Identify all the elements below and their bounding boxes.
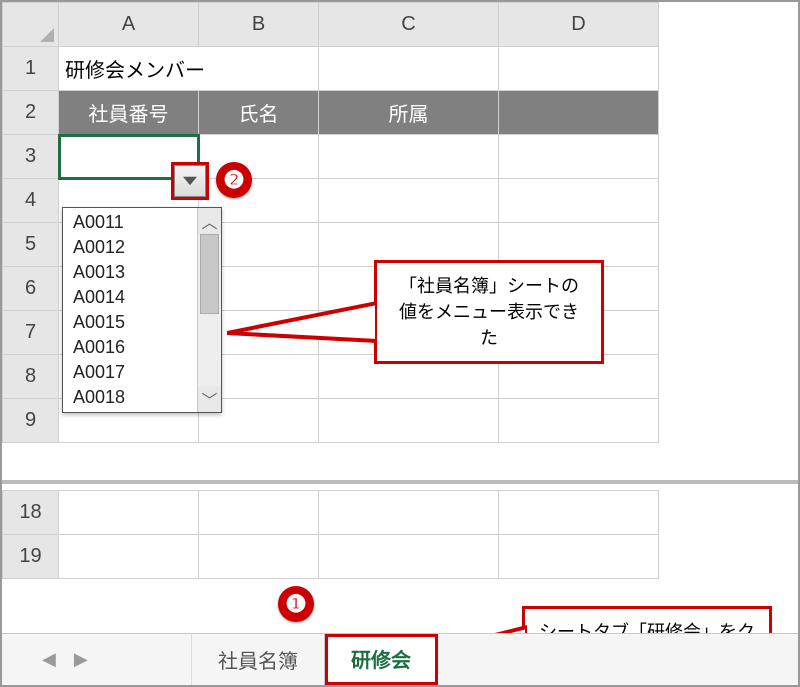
cell-C19[interactable] [319, 535, 499, 579]
row-header-4[interactable]: 4 [3, 179, 59, 223]
col-header-C[interactable]: C [319, 3, 499, 47]
row-header-6[interactable]: 6 [3, 267, 59, 311]
sheet-nav-buttons: ◀ ▶ [2, 634, 192, 685]
row-header-3[interactable]: 3 [3, 135, 59, 179]
cell-C2[interactable]: 所属 [319, 91, 499, 135]
chevron-down-icon [183, 174, 197, 188]
data-validation-dropdown-button[interactable] [174, 165, 206, 197]
annotation-marker-1: ❶ [278, 586, 314, 622]
row-header-7[interactable]: 7 [3, 311, 59, 355]
row-header-5[interactable]: 5 [3, 223, 59, 267]
sheet-nav-prev-icon[interactable]: ◀ [42, 649, 56, 670]
cell-A19[interactable] [59, 535, 199, 579]
annotation-callout-1: 「社員名簿」シートの値をメニュー表示できた [374, 260, 604, 364]
dropdown-item[interactable]: A0016 [63, 335, 197, 360]
scroll-thumb[interactable] [200, 234, 219, 314]
cell-A2[interactable]: 社員番号 [59, 91, 199, 135]
row-header-1[interactable]: 1 [3, 47, 59, 91]
select-all-corner[interactable] [3, 3, 59, 47]
col-header-A[interactable]: A [59, 3, 199, 47]
cell-D19[interactable] [499, 535, 659, 579]
data-validation-dropdown-list[interactable]: A0011 A0012 A0013 A0014 A0015 A0016 A001… [62, 207, 222, 413]
callout-tail-icon [227, 293, 377, 351]
dropdown-item[interactable]: A0012 [63, 235, 197, 260]
cell-A18[interactable] [59, 491, 199, 535]
cell-B19[interactable] [199, 535, 319, 579]
cell-D4[interactable] [499, 179, 659, 223]
cell-D3[interactable] [499, 135, 659, 179]
dropdown-item[interactable]: A0017 [63, 360, 197, 385]
cell-D2[interactable] [499, 91, 659, 135]
dropdown-items: A0011 A0012 A0013 A0014 A0015 A0016 A001… [63, 208, 197, 412]
cell-D1[interactable] [499, 47, 659, 91]
dropdown-item[interactable]: A0015 [63, 310, 197, 335]
row-header-2[interactable]: 2 [3, 91, 59, 135]
cell-C1[interactable] [319, 47, 499, 91]
dropdown-item[interactable]: A0013 [63, 260, 197, 285]
cell-A1[interactable]: 研修会メンバー [59, 47, 319, 91]
scroll-track[interactable] [198, 234, 221, 386]
dropdown-item[interactable]: A0014 [63, 285, 197, 310]
sheet-tab-bar: ◀ ▶ 社員名簿 研修会 [2, 633, 798, 685]
scroll-up-icon[interactable]: ︿ [198, 208, 221, 234]
cell-D9[interactable] [499, 399, 659, 443]
cell-B18[interactable] [199, 491, 319, 535]
row-header-18[interactable]: 18 [3, 491, 59, 535]
callout-text: 「社員名簿」シートの値をメニュー表示できた [399, 276, 579, 348]
dropdown-item[interactable]: A0018 [63, 385, 197, 410]
sheet-tab-kenshukai[interactable]: 研修会 [325, 634, 438, 685]
excel-window: A B C D 1 研修会メンバー 2 社員番号 氏名 所属 3 4 5 6 7 [0, 0, 800, 687]
worksheet-grid-bottom: 18 19 [2, 490, 659, 579]
cell-C3[interactable] [319, 135, 499, 179]
sheet-nav-next-icon[interactable]: ▶ [74, 649, 88, 670]
cell-B2[interactable]: 氏名 [199, 91, 319, 135]
dropdown-scrollbar[interactable]: ︿ ﹀ [197, 208, 221, 412]
sheet-tab-shainmeibo[interactable]: 社員名簿 [192, 634, 325, 685]
cell-C9[interactable] [319, 399, 499, 443]
row-header-8[interactable]: 8 [3, 355, 59, 399]
col-header-D[interactable]: D [499, 3, 659, 47]
cell-D18[interactable] [499, 491, 659, 535]
row-header-9[interactable]: 9 [3, 399, 59, 443]
col-header-B[interactable]: B [199, 3, 319, 47]
dropdown-item[interactable]: A0011 [63, 210, 197, 235]
row-header-19[interactable]: 19 [3, 535, 59, 579]
annotation-marker-2: ❷ [216, 162, 252, 198]
scroll-down-icon[interactable]: ﹀ [198, 386, 221, 412]
cell-C18[interactable] [319, 491, 499, 535]
pane-split [2, 480, 798, 484]
cell-C4[interactable] [319, 179, 499, 223]
